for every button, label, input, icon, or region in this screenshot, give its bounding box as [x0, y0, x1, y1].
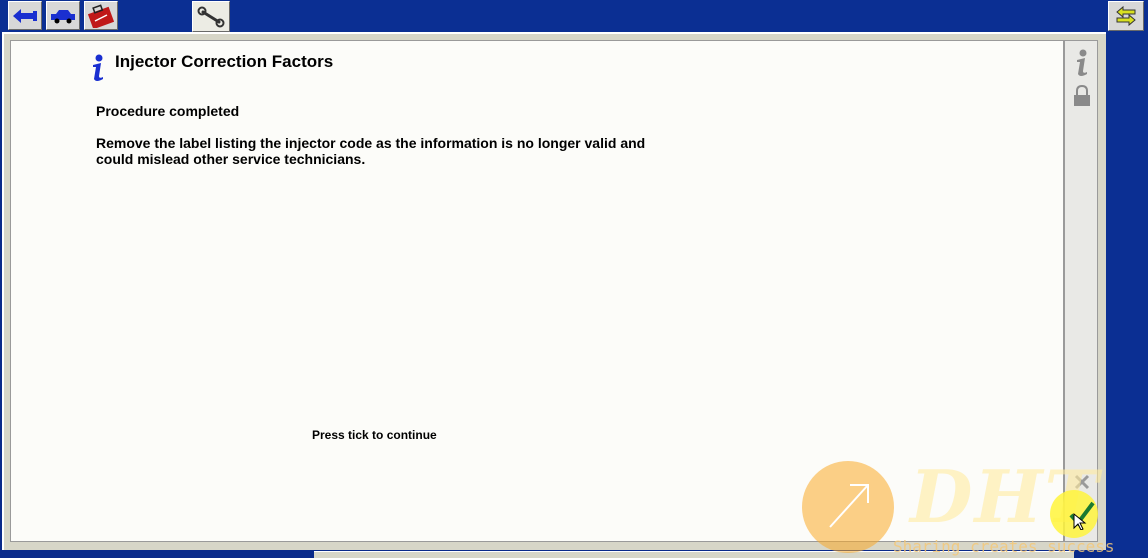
page-title: Injector Correction Factors [115, 52, 334, 71]
watermark-logo [802, 461, 894, 553]
info-icon[interactable] [1072, 49, 1092, 77]
swap-view-button[interactable] [1108, 1, 1144, 31]
right-strip [1106, 32, 1148, 550]
continue-hint: Press tick to continue [312, 428, 437, 442]
wrench-icon [197, 6, 225, 27]
swap-arrows-icon [1116, 5, 1136, 27]
message-line-1: Remove the label listing the injector co… [96, 135, 646, 151]
info-icon [93, 54, 103, 81]
connect-button[interactable] [8, 1, 42, 30]
connect-arrow-icon [13, 8, 37, 23]
lock-icon[interactable] [1073, 85, 1091, 107]
toolbox-icon [87, 3, 115, 28]
message-line-2: could mislead other service technicians. [96, 151, 366, 167]
status-text: Procedure completed [96, 103, 240, 119]
toolbox-button[interactable] [84, 1, 118, 30]
vehicle-icon [51, 9, 75, 23]
arrow-icon [829, 484, 869, 528]
workshop-tools-tab[interactable] [192, 1, 230, 32]
top-toolbar [0, 0, 1148, 32]
tick-icon[interactable] [1068, 500, 1096, 530]
watermark-slogan: Sharing creates success [893, 537, 1115, 556]
vehicle-button[interactable] [46, 1, 80, 30]
